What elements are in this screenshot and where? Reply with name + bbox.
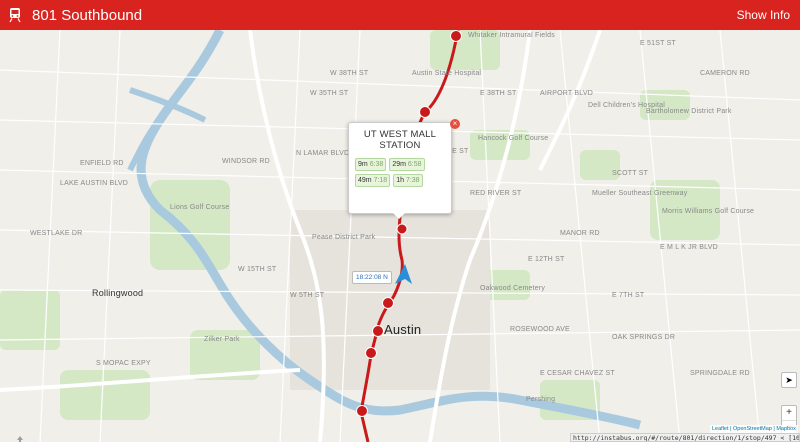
map-label: E M L K JR BLVD	[660, 244, 718, 251]
map-label: Austin State Hospital	[412, 70, 482, 77]
park-area	[150, 180, 230, 270]
map-label: SCOTT ST	[612, 170, 649, 177]
popup-close-icon[interactable]: ×	[450, 119, 460, 129]
map-label: SPRINGDALE RD	[690, 370, 750, 377]
popup-tip	[393, 213, 405, 219]
map-attribution: Leaflet | OpenStreetMap | Mapbox	[710, 425, 798, 433]
route-stop	[382, 297, 394, 309]
map-label: Lions Golf Course	[170, 204, 230, 211]
arrival-badge: 29m 6:58	[389, 158, 425, 171]
map-label: W 15TH ST	[238, 266, 277, 273]
minor-road	[719, 30, 761, 442]
map-label: WESTLAKE DR	[30, 230, 83, 237]
route-stop	[396, 223, 408, 235]
map-label: E 51ST ST	[640, 40, 676, 47]
route-stop	[372, 325, 384, 337]
zoom-in-button[interactable]: +	[782, 406, 796, 420]
park-area	[0, 290, 60, 350]
osm-link[interactable]: OpenStreetMap	[733, 426, 772, 432]
map-label: Oakwood Cemetery	[480, 285, 546, 292]
route-stop	[419, 106, 431, 118]
map-label: E 38TH ST	[480, 90, 517, 97]
map-label: Hancock Golf Course	[478, 135, 549, 142]
leaflet-link[interactable]: Leaflet	[712, 426, 729, 432]
arrival-badge: 1h 7:38	[393, 174, 423, 187]
station-name: UT WEST MALL STATION	[363, 129, 437, 151]
park-area	[60, 370, 150, 420]
show-info-button[interactable]: Show Info	[737, 8, 790, 22]
map-label: E CESAR CHAVEZ ST	[540, 370, 615, 377]
map-label: LAKE AUSTIN BLVD	[60, 180, 129, 187]
map-view[interactable]: Whitaker Intramural Fields Austin State …	[0, 30, 800, 442]
map-label: AIRPORT BLVD	[540, 90, 593, 97]
arrival-badge: 49m 7:18	[355, 174, 391, 187]
map-label: S MOPAC EXPY	[96, 360, 151, 367]
map-label: E 12TH ST	[528, 256, 565, 263]
map-canvas	[0, 30, 800, 442]
station-popup: UT WEST MALL STATION 9m 6:38 29m 6:58 49…	[348, 122, 452, 214]
minor-road	[0, 69, 800, 101]
locate-me-button[interactable]: ➤	[781, 372, 797, 388]
map-label: Pease District Park	[312, 234, 376, 241]
route-stop	[450, 30, 462, 42]
map-label: N LAMAR BLVD	[296, 150, 350, 157]
map-label: E 7TH ST	[612, 292, 645, 299]
map-label: Morris Williams Golf Course	[662, 208, 755, 215]
route-title: 801 Southbound	[32, 6, 143, 24]
map-label: Zilker Park	[204, 336, 240, 343]
map-label: OAK SPRINGS DR	[612, 334, 676, 341]
map-label: W 38TH ST	[330, 70, 369, 77]
map-label: MANOR RD	[560, 230, 600, 237]
mapbox-link[interactable]: Mapbox	[776, 426, 796, 432]
map-label: Mueller Southeast Greenway	[592, 190, 688, 197]
status-bar-url: http://instabus.org/#/route/801/directio…	[570, 433, 800, 442]
highway-road	[538, 30, 602, 171]
locate-icon: ➤	[785, 375, 793, 385]
vehicle-time-label: 18:22:08 N	[352, 271, 392, 284]
map-label: Whitaker Intramural Fields	[468, 32, 555, 39]
map-label: Bartholomew District Park	[646, 108, 732, 115]
map-label: ROSEWOOD AVE	[510, 326, 570, 333]
arrival-badge: 9m 6:38	[355, 158, 387, 171]
top-bar: 801 Southbound Show Info	[0, 0, 800, 30]
map-label: W 35TH ST	[310, 90, 349, 97]
map-label: W 5TH ST	[290, 292, 325, 299]
route-stop	[356, 405, 368, 417]
train-icon	[6, 6, 24, 24]
move-icon[interactable]	[8, 434, 32, 442]
route-stop	[365, 347, 377, 359]
map-label: RED RIVER ST	[470, 190, 522, 197]
map-label: Rollingwood	[92, 288, 144, 298]
city-label: Austin	[384, 322, 422, 337]
map-label: Dell Children's Hospital	[588, 102, 665, 109]
map-label: Pershing	[526, 396, 556, 403]
map-label: ENFIELD RD	[80, 160, 124, 167]
map-label: WINDSOR RD	[222, 158, 270, 165]
map-label: CAMERON RD	[700, 70, 750, 77]
arrival-list: 9m 6:38 29m 6:58 49m 7:18 1h 7:38	[355, 158, 445, 187]
